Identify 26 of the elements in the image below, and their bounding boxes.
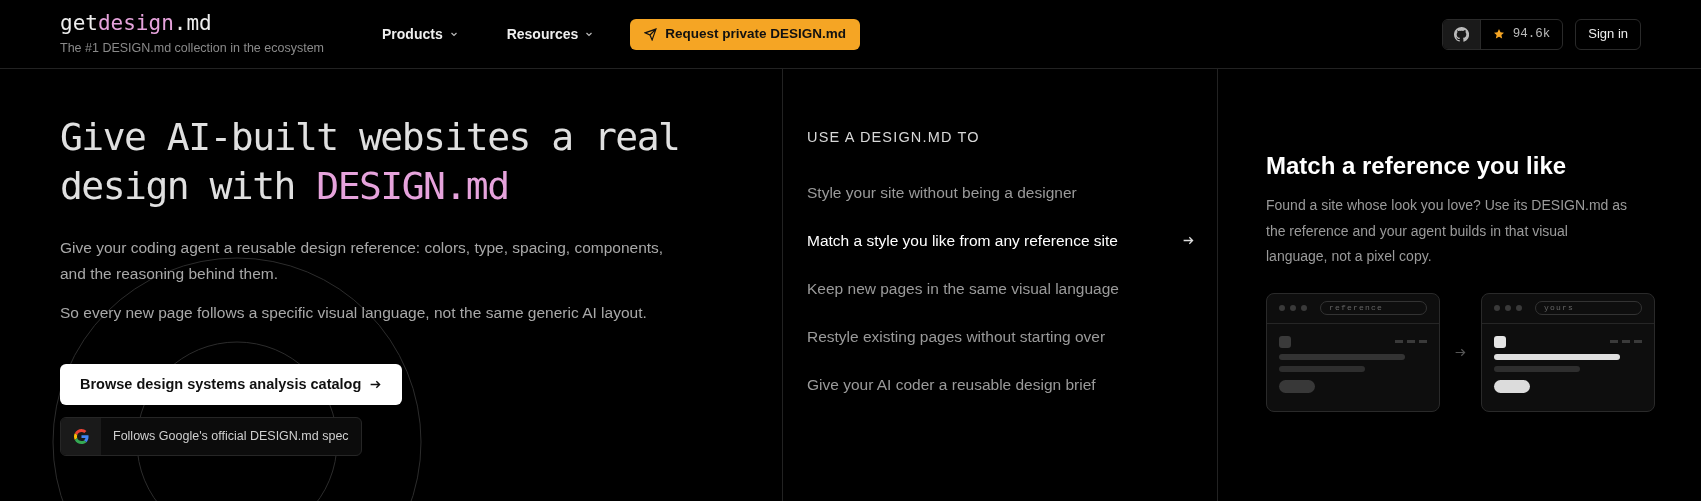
hero-paragraph: Give your coding agent a reusable design reference: colors, type, spacing, components, and the reasoning behind them. [60,238,665,284]
logo[interactable]: getdesign.md [60,10,380,35]
detail-text: Found a site whose look you love? Use its DESIGN.md as the reference and your agent builds in that visual language, not a pixel copy. [1266,196,1629,266]
star-count: 94.6k [1512,25,1551,43]
tagline: The #1 DESIGN.md collection in the ecosystem [60,39,325,57]
section-heading: USE A DESIGN.MD TO [807,128,981,147]
hero-paragraph: So every new page follows a specific visual language, not the same generic AI layout. [60,303,648,323]
nav-menu-button[interactable]: Products [382,23,459,45]
hero-headline: Give AI-built websites a real design with DESIGN.md [60,114,681,210]
arrow-right-icon [369,378,383,391]
github-stars-button[interactable]: 94.6k [1441,18,1564,50]
request-button[interactable]: Request private DESIGN.md [630,18,861,50]
use-case-item[interactable]: Keep new pages in the same visual language [807,264,1195,313]
google-icon [73,429,89,444]
use-case-item[interactable]: Give your AI coder a reusable design brief [807,360,1195,409]
browse-catalog-button[interactable]: Browse design systems analysis catalog [60,364,403,405]
badge-text: Follows Google's official DESIGN.md spec [112,428,350,446]
github-icon [1453,26,1469,42]
use-case-item[interactable]: Match a style you like from any reference site [807,216,1195,265]
detail-title: Match a reference you like [1266,151,1568,181]
use-case-item[interactable]: Restyle existing pages without starting over [807,312,1195,361]
sign-in-button[interactable]: Sign in [1575,18,1641,50]
nav-menu-button[interactable]: Resources [506,23,595,45]
star-icon [1492,28,1505,40]
send-icon [644,27,658,41]
use-case-item[interactable]: Style your site without being a designer [807,168,1195,217]
